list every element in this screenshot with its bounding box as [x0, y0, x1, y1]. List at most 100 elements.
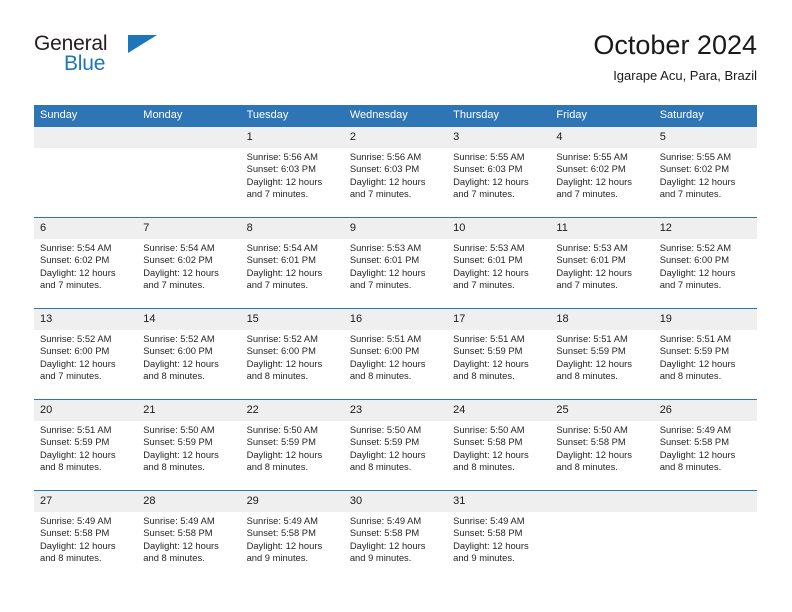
day-cell[interactable]: Sunrise: 5:52 AM Sunset: 6:00 PM Daylight:…	[241, 330, 344, 399]
day-number[interactable]: 20	[34, 400, 137, 421]
day-daylight-line2-text: and 8 minutes.	[556, 370, 618, 382]
day-cell[interactable]: Sunrise: 5:54 AM Sunset: 6:01 PM Daylight:…	[241, 239, 344, 308]
day-daylight-line1-text: Daylight: 12 hours	[246, 357, 323, 369]
day-sunrise-text: Sunrise: 5:49 AM	[659, 424, 732, 435]
day-number[interactable]: 7	[137, 218, 240, 239]
weekday-header-monday: Monday	[143, 109, 183, 121]
day-daylight-line2-text: and 9 minutes.	[349, 552, 412, 564]
day-cell[interactable]: Sunrise: 5:53 AM Sunset: 6:01 PM Daylight:…	[550, 239, 653, 308]
day-cell[interactable]: Sunrise: 5:51 AM Sunset: 5:59 PM Daylight:…	[654, 330, 757, 399]
day-daylight-line1-text: Daylight: 12 hours	[143, 539, 219, 551]
day-number[interactable]: 13	[34, 309, 137, 330]
day-number[interactable]: 3	[447, 127, 550, 148]
day-cell[interactable]: Sunrise: 5:54 AM Sunset: 6:02 PM Daylight:…	[34, 239, 137, 308]
day-number[interactable]: 16	[344, 309, 447, 330]
day-cell[interactable]: Sunrise: 5:49 AM Sunset: 5:58 PM Daylight:…	[241, 512, 344, 581]
day-daylight-line1-text: Daylight: 12 hours	[349, 448, 426, 460]
day-detail-row: Sunrise: 5:56 AM Sunset: 6:03 PM Daylight:…	[34, 148, 757, 217]
day-daylight-line1-text: Daylight: 12 hours	[453, 539, 529, 551]
day-number-row: 12345	[34, 127, 757, 148]
day-number[interactable]: 15	[241, 309, 344, 330]
day-sunrise-text: Sunrise: 5:52 AM	[40, 333, 112, 344]
day-number[interactable]: 25	[550, 400, 653, 421]
day-cell[interactable]: Sunrise: 5:49 AM Sunset: 5:58 PM Daylight:…	[447, 512, 550, 581]
day-number[interactable]: 30	[344, 491, 447, 512]
day-number[interactable]: 22	[241, 400, 344, 421]
day-daylight-line2-text: and 8 minutes.	[40, 461, 102, 473]
day-daylight-line2-text: and 7 minutes.	[143, 279, 205, 291]
weekday-header-tuesday: Tuesday	[246, 109, 289, 121]
day-daylight-line2-text: and 8 minutes.	[453, 461, 515, 473]
day-cell[interactable]: Sunrise: 5:51 AM Sunset: 5:59 PM Daylight:…	[447, 330, 550, 399]
day-sunrise-text: Sunrise: 5:54 AM	[143, 242, 215, 253]
day-number[interactable]: 5	[654, 127, 757, 148]
day-number[interactable]: 9	[344, 218, 447, 239]
logo-text-blue: Blue	[64, 52, 106, 75]
day-cell[interactable]: Sunrise: 5:51 AM Sunset: 5:59 PM Daylight:…	[34, 421, 137, 490]
day-number[interactable]: 17	[447, 309, 550, 330]
day-cell[interactable]: Sunrise: 5:50 AM Sunset: 5:59 PM Daylight:…	[241, 421, 344, 490]
day-cell[interactable]: Sunrise: 5:50 AM Sunset: 5:58 PM Daylight:…	[447, 421, 550, 490]
day-daylight-line1-text: Daylight: 12 hours	[453, 175, 529, 187]
day-cell[interactable]: Sunrise: 5:49 AM Sunset: 5:58 PM Daylight:…	[137, 512, 240, 581]
day-sunrise-text: Sunrise: 5:52 AM	[143, 333, 215, 344]
day-cell-empty	[34, 148, 137, 217]
day-sunrise-text: Sunrise: 5:49 AM	[246, 515, 318, 526]
day-sunset-text: Sunset: 5:59 PM	[453, 345, 523, 357]
general-blue-logo[interactable]: General Blue	[34, 32, 164, 84]
day-number[interactable]: 1	[241, 127, 344, 148]
day-number[interactable]: 24	[447, 400, 550, 421]
day-sunrise-text: Sunrise: 5:52 AM	[246, 333, 318, 344]
day-cell[interactable]: Sunrise: 5:50 AM Sunset: 5:59 PM Daylight:…	[344, 421, 447, 490]
day-number[interactable]: 2	[344, 127, 447, 148]
day-number[interactable]: 8	[241, 218, 344, 239]
day-cell[interactable]: Sunrise: 5:55 AM Sunset: 6:02 PM Daylight:…	[550, 148, 653, 217]
day-number[interactable]: 28	[137, 491, 240, 512]
day-daylight-line1-text: Daylight: 12 hours	[143, 357, 219, 369]
day-number[interactable]: 18	[550, 309, 653, 330]
day-sunset-text: Sunset: 5:58 PM	[143, 527, 213, 539]
day-daylight-line2-text: and 8 minutes.	[143, 552, 205, 564]
day-cell[interactable]: Sunrise: 5:50 AM Sunset: 5:58 PM Daylight:…	[550, 421, 653, 490]
day-cell[interactable]: Sunrise: 5:53 AM Sunset: 6:01 PM Daylight:…	[344, 239, 447, 308]
day-cell[interactable]: Sunrise: 5:49 AM Sunset: 5:58 PM Daylight:…	[344, 512, 447, 581]
calendar-week-row: 13 14 15 16 17 18 19 Sunrise: 5:52 AM Sunset: 6:…	[34, 308, 757, 399]
day-cell[interactable]: Sunrise: 5:51 AM Sunset: 5:59 PM Daylight:…	[550, 330, 653, 399]
day-number[interactable]: 29	[241, 491, 344, 512]
day-detail-row: Sunrise: 5:51 AM Sunset: 5:59 PM Daylight:…	[34, 421, 757, 490]
day-cell[interactable]: Sunrise: 5:50 AM Sunset: 5:59 PM Daylight:…	[137, 421, 240, 490]
day-sunset-text: Sunset: 6:00 PM	[143, 345, 213, 357]
day-number[interactable]: 4	[550, 127, 653, 148]
day-number-empty	[34, 127, 137, 148]
day-number[interactable]: 6	[34, 218, 137, 239]
day-number[interactable]: 21	[137, 400, 240, 421]
day-cell[interactable]: Sunrise: 5:55 AM Sunset: 6:02 PM Daylight:…	[654, 148, 757, 217]
day-number[interactable]: 23	[344, 400, 447, 421]
day-number[interactable]: 26	[654, 400, 757, 421]
day-daylight-line1-text: Daylight: 12 hours	[40, 357, 116, 369]
day-cell[interactable]: Sunrise: 5:53 AM Sunset: 6:01 PM Daylight:…	[447, 239, 550, 308]
day-detail-row: Sunrise: 5:54 AM Sunset: 6:02 PM Daylight:…	[34, 239, 757, 308]
day-number[interactable]: 10	[447, 218, 550, 239]
day-number[interactable]: 14	[137, 309, 240, 330]
day-number[interactable]: 12	[654, 218, 757, 239]
day-number[interactable]: 19	[654, 309, 757, 330]
day-cell[interactable]: Sunrise: 5:52 AM Sunset: 6:00 PM Daylight:…	[137, 330, 240, 399]
weekday-header-row: Sunday Monday Tuesday Wednesday Thursday Frid…	[34, 105, 757, 127]
day-cell[interactable]: Sunrise: 5:55 AM Sunset: 6:03 PM Daylight:…	[447, 148, 550, 217]
day-cell[interactable]: Sunrise: 5:52 AM Sunset: 6:00 PM Daylight:…	[34, 330, 137, 399]
day-cell[interactable]: Sunrise: 5:49 AM Sunset: 5:58 PM Daylight:…	[654, 421, 757, 490]
day-number-row: 20 21 22 23 24 25 26	[34, 400, 757, 421]
day-daylight-line1-text: Daylight: 12 hours	[556, 448, 632, 460]
day-cell[interactable]: Sunrise: 5:52 AM Sunset: 6:00 PM Daylight:…	[654, 239, 757, 308]
day-number[interactable]: 27	[34, 491, 137, 512]
day-cell[interactable]: Sunrise: 5:54 AM Sunset: 6:02 PM Daylight:…	[137, 239, 240, 308]
day-daylight-line1-text: Daylight: 12 hours	[349, 266, 426, 278]
day-cell[interactable]: Sunrise: 5:56 AM Sunset: 6:03 PM Daylight:…	[344, 148, 447, 217]
day-cell[interactable]: Sunrise: 5:51 AM Sunset: 6:00 PM Daylight:…	[344, 330, 447, 399]
calendar-page: General Blue October 2024 Igarape Acu, P…	[0, 0, 792, 612]
day-cell[interactable]: Sunrise: 5:56 AM Sunset: 6:03 PM Daylight:…	[241, 148, 344, 217]
day-number[interactable]: 11	[550, 218, 653, 239]
day-number[interactable]: 31	[447, 491, 550, 512]
day-cell[interactable]: Sunrise: 5:49 AM Sunset: 5:58 PM Daylight:…	[34, 512, 137, 581]
